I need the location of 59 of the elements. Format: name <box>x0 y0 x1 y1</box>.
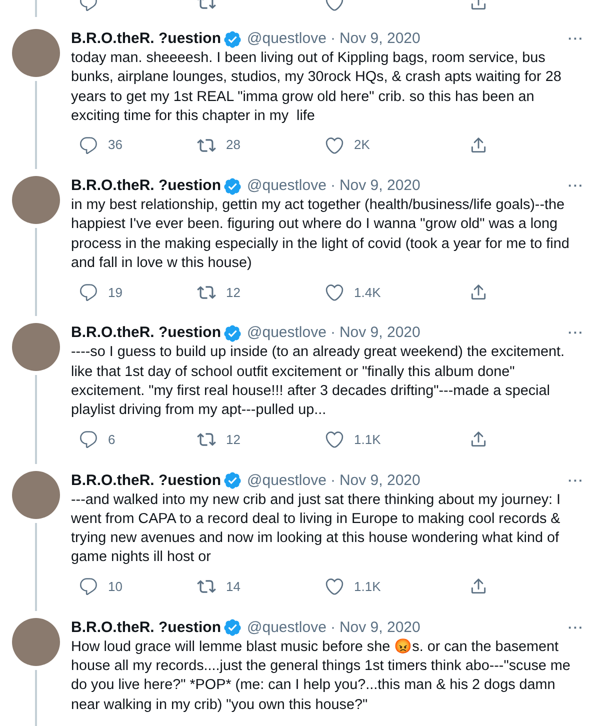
retweet-count: 28 <box>226 136 240 154</box>
user-name[interactable]: B.R.O.theR. ?uestion <box>71 176 221 196</box>
separator-dot: · <box>330 323 336 344</box>
like-count: 2K <box>354 136 370 154</box>
more-options-button[interactable]: ··· <box>568 470 584 491</box>
separator-dot: · <box>330 176 336 196</box>
user-handle[interactable]: @questlove <box>247 618 326 638</box>
share-icon[interactable] <box>469 430 488 450</box>
tweet-text: ---and walked into my new crib and just sat there thinking about my journey: I went from CAPA to a record deal to living in Europe to making cool records & trying new avenues and now im looking at this house wondering what kind of game nights ill host or <box>71 490 562 568</box>
heart-icon[interactable] <box>325 136 344 155</box>
user-handle[interactable]: @questlove <box>247 323 326 344</box>
heart-icon[interactable] <box>325 430 344 450</box>
user-handle[interactable]: @questlove <box>247 29 326 49</box>
retweet-count: 14 <box>226 578 240 596</box>
reply-icon[interactable] <box>79 282 98 302</box>
user-name[interactable]: B.R.O.theR. ?uestion <box>71 618 221 638</box>
avatar[interactable] <box>12 29 60 77</box>
separator-dot: · <box>330 29 336 49</box>
reply-count: 6 <box>108 430 116 449</box>
avatar[interactable] <box>12 470 60 519</box>
tweet-date[interactable]: Nov 9, 2020 <box>339 323 420 344</box>
separator-dot: · <box>330 618 336 638</box>
user-name[interactable]: B.R.O.theR. ?uestion <box>71 323 221 344</box>
avatar[interactable] <box>12 323 60 372</box>
reply-icon[interactable] <box>79 577 98 596</box>
tweet-date[interactable]: Nov 9, 2020 <box>339 176 420 196</box>
share-icon[interactable] <box>469 282 488 302</box>
separator-dot: · <box>330 470 336 491</box>
more-options-button[interactable]: ··· <box>568 176 584 196</box>
reply-icon[interactable] <box>79 136 98 155</box>
retweet-count: 12 <box>226 284 240 302</box>
more-options-button[interactable]: ··· <box>568 618 584 638</box>
tweet-date[interactable]: Nov 9, 2020 <box>339 618 420 638</box>
user-handle[interactable]: @questlove <box>247 176 326 196</box>
tweet-text: in my best relationship, gettin my act together (health/business/life goals)--the happiest I've ever been. figuring out where do I wanna "grow old" was a long process in the making especially in the light of covid (took a year for me to find and fall in love w this house) <box>71 196 570 274</box>
reply-count: 10 <box>108 578 122 596</box>
heart-icon[interactable] <box>325 577 344 596</box>
retweet-count: 12 <box>226 430 240 449</box>
heart-icon[interactable] <box>325 282 344 302</box>
tweet-text: today man. sheeeesh. I been living out of Kippling bags, room service, bus bunks, airplane lounges, studios, my 30rock HQs, & crash apts waiting for 28 years to get my 1st REAL "imma grow old here" crib. so this has been an exciting time for this chapter in my life <box>71 49 562 126</box>
tweet-date[interactable]: Nov 9, 2020 <box>339 29 420 49</box>
share-icon[interactable] <box>469 136 488 155</box>
user-handle[interactable]: @questlove <box>247 470 326 491</box>
user-name[interactable]: B.R.O.theR. ?uestion <box>71 29 221 49</box>
more-options-button[interactable]: ··· <box>568 323 584 344</box>
reply-count: 19 <box>108 284 122 302</box>
user-name[interactable]: B.R.O.theR. ?uestion <box>71 470 221 491</box>
like-count: 1.4K <box>354 284 381 302</box>
tweet-text: How loud grace will lemme blast music before she 😡s. or can the basement house all my records....just the general things 1st timers think abo---"scuse me do you live here?" *POP* (me: can I help you?...this man & his 2 dogs damn near walking in my crib) "you own this house?" <box>71 638 572 715</box>
tweet-text: ----so I guess to build up inside (to an already great weekend) the excitement. like that 1st day of school outfit excitement or "finally this album done" excitement. "my first real house!!! after 3 decades drifting"---made a special playlist driving from my apt---pulled up... <box>71 343 566 420</box>
reply-count: 36 <box>108 136 122 154</box>
reply-icon[interactable] <box>79 430 98 450</box>
share-icon[interactable] <box>469 577 488 596</box>
avatar[interactable] <box>12 618 60 666</box>
tweet-date[interactable]: Nov 9, 2020 <box>339 470 420 491</box>
more-options-button[interactable]: ··· <box>568 29 584 49</box>
like-count: 1.1K <box>354 430 381 449</box>
avatar[interactable] <box>12 176 60 224</box>
like-count: 1.1K <box>354 578 381 596</box>
